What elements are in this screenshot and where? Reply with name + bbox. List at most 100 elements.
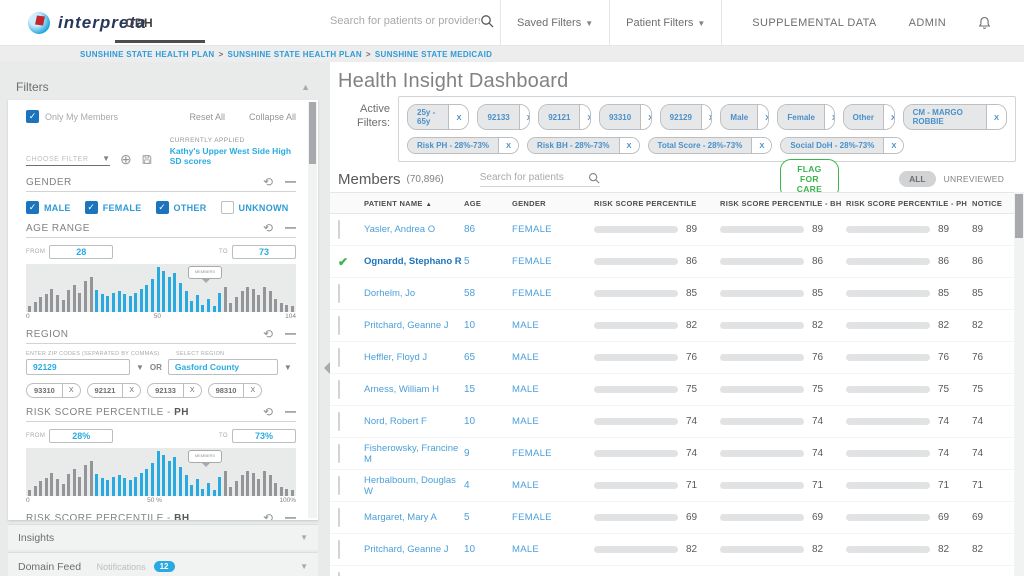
row-checkbox[interactable] bbox=[338, 476, 340, 495]
table-row[interactable]: Herbalboum, Douglas W4MALE71717171 bbox=[330, 470, 1014, 502]
remove-chip-icon[interactable]: X bbox=[640, 105, 651, 129]
active-filter-chip[interactable]: Risk BH - 28%-73%X bbox=[527, 137, 640, 154]
collapse-up-icon[interactable]: ▲ bbox=[301, 82, 310, 92]
row-checkbox[interactable] bbox=[338, 220, 340, 239]
global-search-input[interactable] bbox=[330, 15, 480, 27]
row-checkbox[interactable] bbox=[338, 444, 340, 463]
active-filter-chip[interactable]: MaleX bbox=[720, 104, 769, 130]
row-checkbox-cell[interactable] bbox=[338, 317, 364, 335]
gender-option-male[interactable]: ✓MALE bbox=[26, 201, 71, 214]
patient-name-link[interactable]: Dorhelm, Jo bbox=[364, 288, 464, 299]
remove-chip-icon[interactable]: X bbox=[519, 105, 530, 129]
col-risk-score-bh[interactable]: RISK SCORE PERCENTILE - BH bbox=[720, 199, 846, 208]
notifications-bell[interactable] bbox=[962, 0, 1007, 46]
patient-name-link[interactable]: Pritchard, Geanne J bbox=[364, 320, 464, 331]
remove-chip-icon[interactable]: X bbox=[244, 385, 261, 396]
patient-name-link[interactable]: Yasler, Andrea O bbox=[364, 224, 464, 235]
remove-chip-icon[interactable]: X bbox=[579, 105, 590, 129]
refresh-icon[interactable]: ⟲ bbox=[263, 512, 273, 520]
currently-applied-filter-link[interactable]: Kathy's Upper West Side High SD scores bbox=[170, 146, 296, 166]
zip-chip[interactable]: 93310X bbox=[26, 383, 81, 398]
patient-name-link[interactable]: Margaret, Mary A bbox=[364, 512, 464, 523]
remove-chip-icon[interactable]: X bbox=[498, 138, 518, 153]
active-filter-chip[interactable]: 92129X bbox=[660, 104, 713, 130]
row-checkbox[interactable] bbox=[338, 508, 340, 527]
patient-name-link[interactable]: Heffler, Floyd J bbox=[364, 352, 464, 363]
table-row[interactable]: Pritchard, Geanne J10MALE82828282 bbox=[330, 534, 1014, 566]
saved-filters-menu[interactable]: Saved Filters ▼ bbox=[500, 0, 610, 46]
row-checkbox[interactable] bbox=[338, 284, 340, 303]
table-row[interactable]: Yasler, Andrea O86FEMALE89898989 bbox=[330, 214, 1014, 246]
age-from-input[interactable]: 28 bbox=[49, 245, 113, 259]
toggle-all[interactable]: ALL bbox=[899, 171, 936, 187]
refresh-icon[interactable]: ⟲ bbox=[263, 176, 273, 188]
collapse-minus-icon[interactable]: — bbox=[285, 223, 296, 234]
sidebar-scrollbar-thumb[interactable] bbox=[309, 102, 316, 164]
col-patient-name[interactable]: PATIENT NAME▲ bbox=[364, 199, 464, 208]
gender-option-other[interactable]: ✓OTHER bbox=[156, 201, 207, 214]
col-gender[interactable]: GENDER bbox=[512, 199, 594, 208]
active-filter-chip[interactable]: Social DoH - 28%-73%X bbox=[780, 137, 904, 154]
row-checkbox-cell[interactable] bbox=[338, 381, 364, 399]
row-checkbox[interactable] bbox=[338, 316, 340, 335]
zip-chip[interactable]: 92121X bbox=[87, 383, 142, 398]
age-to-input[interactable]: 73 bbox=[232, 245, 296, 259]
active-filter-chip[interactable]: Total Score - 28%-73%X bbox=[648, 137, 773, 154]
active-filter-chip[interactable]: 92121X bbox=[538, 104, 591, 130]
remove-chip-icon[interactable]: X bbox=[751, 138, 771, 153]
collapse-minus-icon[interactable]: — bbox=[285, 177, 296, 188]
save-filter-icon[interactable] bbox=[142, 153, 152, 166]
row-checkbox-cell[interactable] bbox=[338, 349, 364, 367]
nav-supplemental-data[interactable]: SUPPLEMENTAL DATA bbox=[736, 0, 892, 46]
toggle-unreviewed[interactable]: UNREVIEWED bbox=[944, 174, 1005, 184]
active-filter-chip[interactable]: FemaleX bbox=[777, 104, 834, 130]
table-row[interactable]: Pritchard, Geanne J10MALE82828282 bbox=[330, 310, 1014, 342]
breadcrumb-item[interactable]: SUNSHINE STATE HEALTH PLAN bbox=[227, 50, 361, 59]
collapse-all-link[interactable]: Collapse All bbox=[249, 112, 296, 122]
active-filter-chip[interactable]: 93310X bbox=[599, 104, 652, 130]
only-my-members-checkbox[interactable]: ✓ bbox=[26, 110, 39, 123]
nav-admin[interactable]: ADMIN bbox=[893, 0, 962, 46]
flagged-check-cell[interactable]: ✔ bbox=[338, 253, 364, 271]
refresh-icon[interactable]: ⟲ bbox=[263, 328, 273, 340]
remove-chip-icon[interactable]: X bbox=[883, 105, 895, 129]
active-filter-chip[interactable]: 25y - 65yX bbox=[407, 104, 469, 130]
table-row[interactable]: Dorhelm, Jo58FEMALE85858585 bbox=[330, 278, 1014, 310]
remove-chip-icon[interactable]: X bbox=[701, 105, 712, 129]
active-filter-chip[interactable]: 92133X bbox=[477, 104, 530, 130]
refresh-icon[interactable]: ⟲ bbox=[263, 222, 273, 234]
table-row[interactable]: Margaret, Mary A5FEMALE69696969 bbox=[330, 502, 1014, 534]
remove-chip-icon[interactable]: X bbox=[883, 138, 903, 153]
row-checkbox-cell[interactable] bbox=[338, 285, 364, 303]
patient-filters-menu[interactable]: Patient Filters ▼ bbox=[610, 0, 722, 46]
region-select[interactable]: Gasford County bbox=[168, 359, 278, 375]
col-notice[interactable]: NOTICE bbox=[972, 199, 1016, 208]
table-row[interactable]: ✔Ognardd, Stephano R5FEMALE86868686 bbox=[330, 246, 1014, 278]
row-checkbox-cell[interactable] bbox=[338, 221, 364, 239]
risk-ph-from-input[interactable]: 28% bbox=[49, 429, 113, 443]
collapse-minus-icon[interactable]: — bbox=[285, 513, 296, 521]
row-checkbox[interactable] bbox=[338, 412, 340, 431]
table-row[interactable]: Nord, Robert F10MALE74747474 bbox=[330, 406, 1014, 438]
remove-chip-icon[interactable]: X bbox=[757, 105, 769, 129]
risk-ph-to-input[interactable]: 73% bbox=[232, 429, 296, 443]
breadcrumb-item[interactable]: SUNSHINE STATE HEALTH PLAN bbox=[80, 50, 214, 59]
patient-search[interactable] bbox=[480, 172, 600, 187]
filters-section-header[interactable]: Filters ▲ bbox=[8, 76, 318, 98]
patient-name-link[interactable]: Nord, Robert F bbox=[364, 416, 464, 427]
table-row[interactable]: Heffler, Floyd J65MALE76767676 bbox=[330, 566, 1014, 576]
remove-chip-icon[interactable]: X bbox=[986, 105, 1006, 129]
row-checkbox-cell[interactable] bbox=[338, 413, 364, 431]
patient-name-link[interactable]: Arness, William H bbox=[364, 384, 464, 395]
add-filter-icon[interactable]: ⊕ bbox=[120, 152, 132, 166]
patient-search-input[interactable] bbox=[480, 172, 588, 183]
remove-chip-icon[interactable]: X bbox=[184, 385, 201, 396]
table-row[interactable]: Fisherowsky, Francine M9FEMALE74747474 bbox=[330, 438, 1014, 470]
row-checkbox[interactable] bbox=[338, 540, 340, 559]
breadcrumb-item[interactable]: SUNSHINE STATE MEDICAID bbox=[375, 50, 492, 59]
zip-chip[interactable]: 98310X bbox=[208, 383, 263, 398]
zip-code-input[interactable]: 92129 bbox=[26, 359, 130, 375]
remove-chip-icon[interactable]: X bbox=[63, 385, 80, 396]
checkbox[interactable]: ✓ bbox=[85, 201, 98, 214]
col-age[interactable]: AGE bbox=[464, 199, 512, 208]
